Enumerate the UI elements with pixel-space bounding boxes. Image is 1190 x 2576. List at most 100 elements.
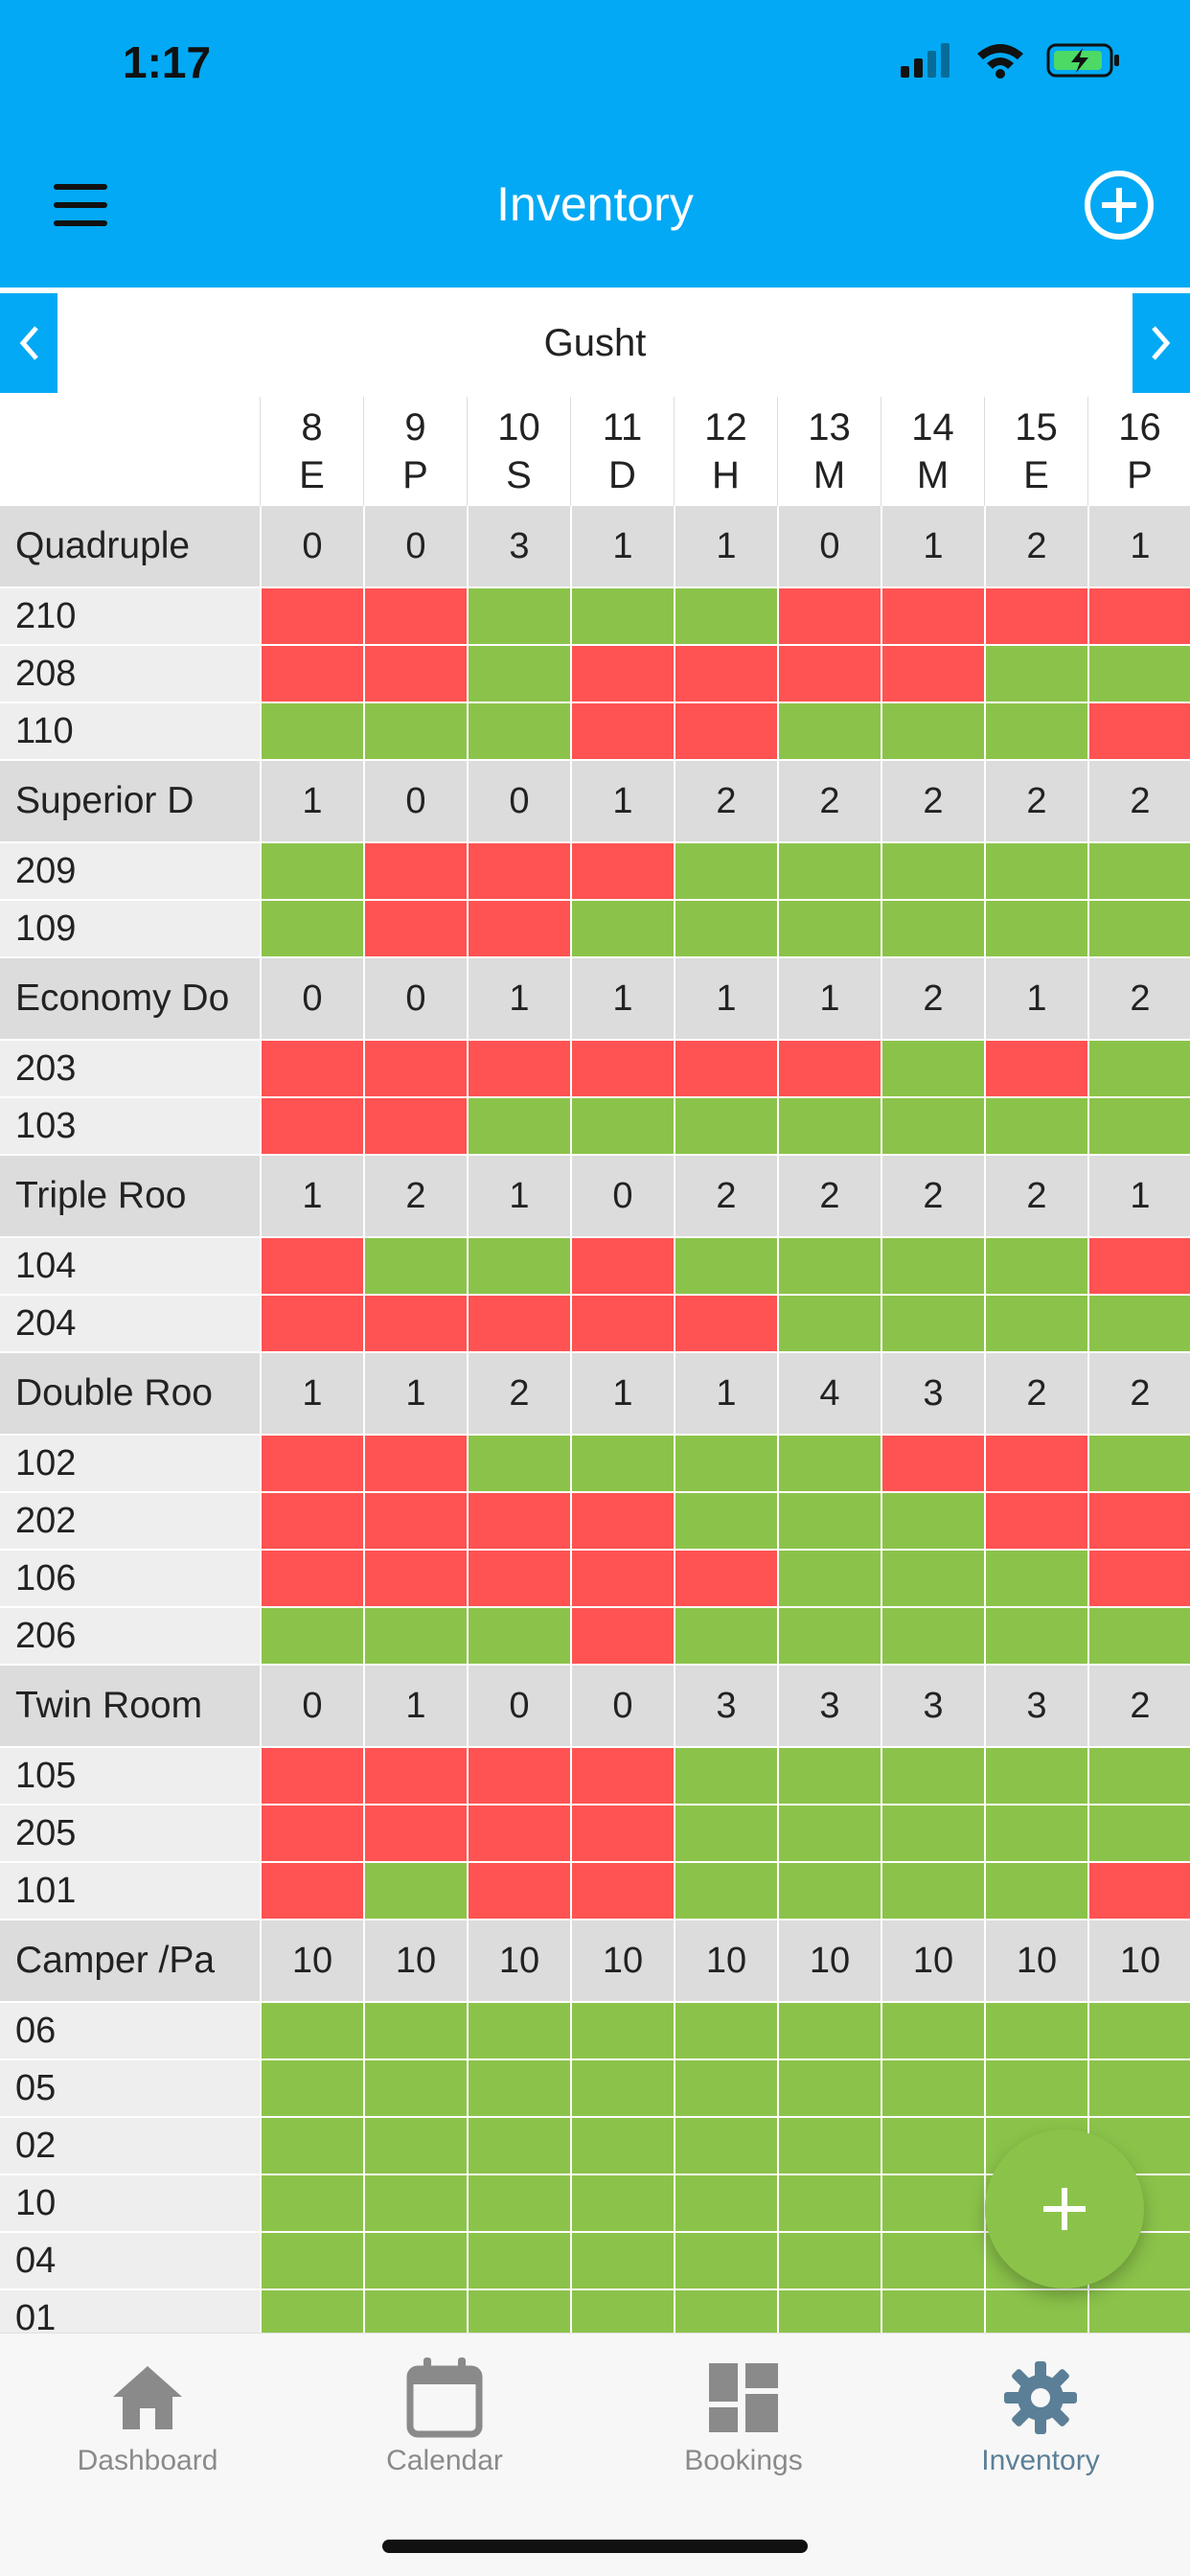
available-cell[interactable] [1087, 901, 1190, 956]
booked-cell[interactable] [570, 1296, 674, 1351]
available-cell[interactable] [777, 1748, 881, 1804]
available-cell[interactable] [363, 1608, 467, 1664]
booked-cell[interactable] [260, 1296, 363, 1351]
booked-cell[interactable] [674, 703, 777, 759]
available-cell[interactable] [777, 901, 881, 956]
available-cell[interactable] [1087, 2060, 1190, 2116]
booked-cell[interactable] [777, 646, 881, 702]
booked-cell[interactable] [570, 843, 674, 899]
available-cell[interactable] [1087, 1098, 1190, 1154]
available-cell[interactable] [777, 1863, 881, 1919]
booked-cell[interactable] [984, 588, 1087, 644]
available-cell[interactable] [363, 2175, 467, 2231]
available-cell[interactable] [881, 2175, 984, 2231]
booked-cell[interactable] [1087, 1238, 1190, 1294]
available-cell[interactable] [363, 2290, 467, 2333]
booked-cell[interactable] [363, 1493, 467, 1549]
available-cell[interactable] [984, 1748, 1087, 1804]
available-cell[interactable] [984, 646, 1087, 702]
booked-cell[interactable] [467, 1296, 570, 1351]
available-cell[interactable] [881, 2060, 984, 2116]
available-cell[interactable] [467, 588, 570, 644]
available-cell[interactable] [467, 1436, 570, 1491]
available-cell[interactable] [1087, 646, 1190, 702]
available-cell[interactable] [881, 1608, 984, 1664]
available-cell[interactable] [881, 2118, 984, 2174]
available-cell[interactable] [777, 1238, 881, 1294]
booked-cell[interactable] [467, 1806, 570, 1861]
booked-cell[interactable] [260, 646, 363, 702]
available-cell[interactable] [363, 2003, 467, 2058]
available-cell[interactable] [570, 2233, 674, 2288]
available-cell[interactable] [881, 2290, 984, 2333]
available-cell[interactable] [467, 2290, 570, 2333]
booked-cell[interactable] [260, 1238, 363, 1294]
nav-calendar[interactable]: Calendar [320, 2355, 569, 2477]
available-cell[interactable] [570, 901, 674, 956]
booked-cell[interactable] [260, 1098, 363, 1154]
available-cell[interactable] [1087, 1436, 1190, 1491]
booked-cell[interactable] [363, 1551, 467, 1606]
booked-cell[interactable] [363, 1041, 467, 1096]
available-cell[interactable] [260, 1608, 363, 1664]
booked-cell[interactable] [467, 1863, 570, 1919]
available-cell[interactable] [363, 1863, 467, 1919]
booked-cell[interactable] [1087, 703, 1190, 759]
available-cell[interactable] [570, 588, 674, 644]
available-cell[interactable] [467, 1238, 570, 1294]
available-cell[interactable] [984, 843, 1087, 899]
available-cell[interactable] [881, 1863, 984, 1919]
available-cell[interactable] [777, 2290, 881, 2333]
available-cell[interactable] [570, 2003, 674, 2058]
booked-cell[interactable] [570, 1608, 674, 1664]
booked-cell[interactable] [363, 1098, 467, 1154]
booked-cell[interactable] [363, 901, 467, 956]
available-cell[interactable] [881, 1041, 984, 1096]
available-cell[interactable] [777, 2060, 881, 2116]
booked-cell[interactable] [260, 1551, 363, 1606]
booked-cell[interactable] [881, 1436, 984, 1491]
available-cell[interactable] [467, 2118, 570, 2174]
booked-cell[interactable] [260, 1041, 363, 1096]
available-cell[interactable] [1087, 843, 1190, 899]
available-cell[interactable] [674, 2233, 777, 2288]
booked-cell[interactable] [467, 843, 570, 899]
booked-cell[interactable] [363, 646, 467, 702]
available-cell[interactable] [777, 1608, 881, 1664]
available-cell[interactable] [467, 2233, 570, 2288]
add-booking-fab[interactable] [985, 2129, 1144, 2288]
available-cell[interactable] [881, 1748, 984, 1804]
booked-cell[interactable] [570, 646, 674, 702]
available-cell[interactable] [467, 2060, 570, 2116]
booked-cell[interactable] [570, 1041, 674, 1096]
available-cell[interactable] [881, 1296, 984, 1351]
booked-cell[interactable] [363, 588, 467, 644]
available-cell[interactable] [674, 2175, 777, 2231]
next-property-button[interactable] [1133, 293, 1190, 393]
available-cell[interactable] [1087, 1806, 1190, 1861]
available-cell[interactable] [984, 901, 1087, 956]
available-cell[interactable] [674, 843, 777, 899]
booked-cell[interactable] [467, 1748, 570, 1804]
available-cell[interactable] [881, 1098, 984, 1154]
available-cell[interactable] [777, 2175, 881, 2231]
available-cell[interactable] [467, 2175, 570, 2231]
available-cell[interactable] [1087, 1296, 1190, 1351]
available-cell[interactable] [674, 1863, 777, 1919]
booked-cell[interactable] [984, 1436, 1087, 1491]
add-circle-icon[interactable] [1083, 169, 1156, 242]
available-cell[interactable] [363, 2233, 467, 2288]
available-cell[interactable] [260, 2290, 363, 2333]
available-cell[interactable] [984, 2003, 1087, 2058]
available-cell[interactable] [674, 901, 777, 956]
available-cell[interactable] [984, 1551, 1087, 1606]
available-cell[interactable] [260, 2175, 363, 2231]
available-cell[interactable] [260, 2118, 363, 2174]
booked-cell[interactable] [260, 1748, 363, 1804]
available-cell[interactable] [777, 1551, 881, 1606]
booked-cell[interactable] [881, 588, 984, 644]
available-cell[interactable] [674, 2003, 777, 2058]
available-cell[interactable] [881, 2233, 984, 2288]
available-cell[interactable] [1087, 2003, 1190, 2058]
booked-cell[interactable] [260, 1493, 363, 1549]
